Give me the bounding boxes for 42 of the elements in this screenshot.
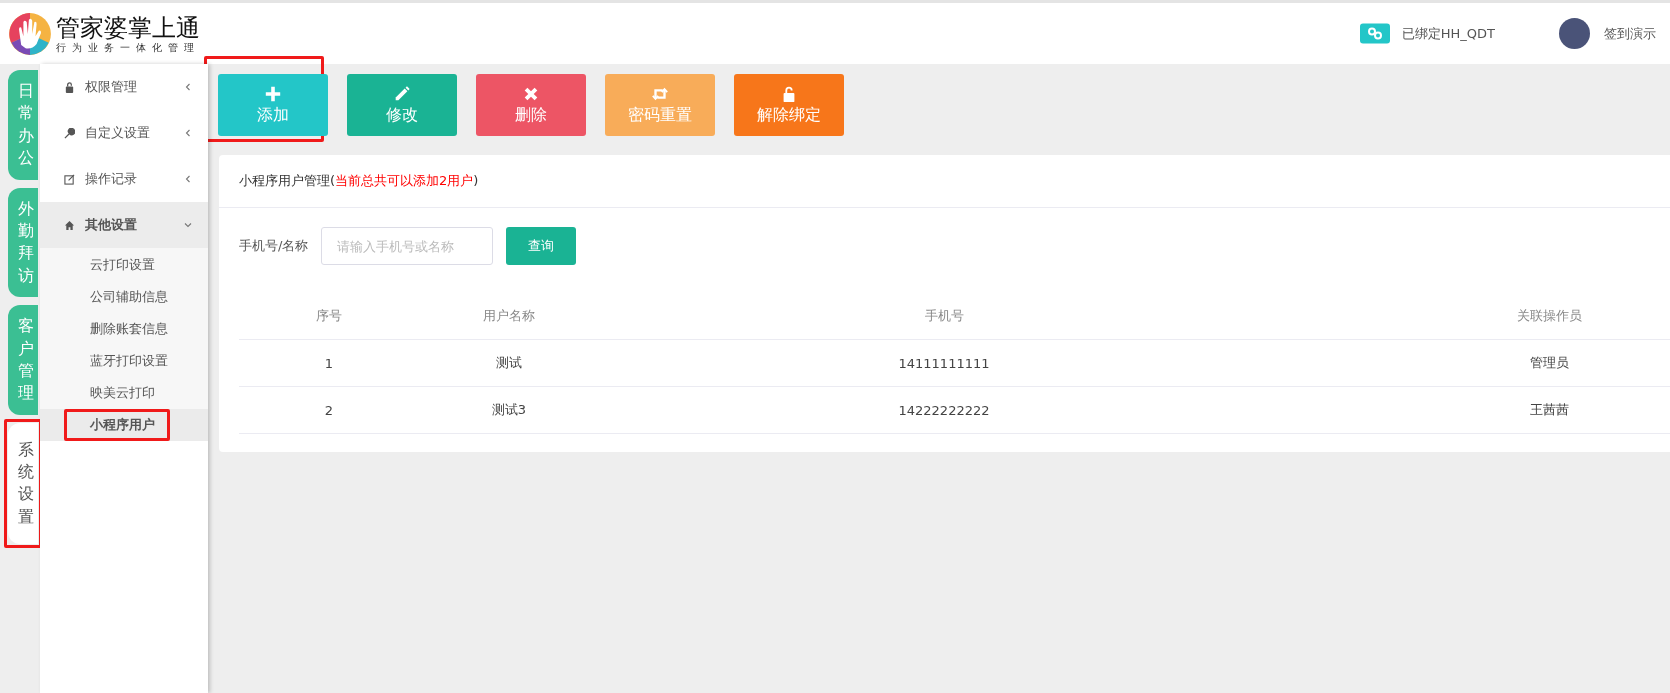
pencil-icon xyxy=(393,84,411,103)
submenu-item[interactable]: 删除账套信息 xyxy=(40,313,208,345)
plus-icon xyxy=(264,84,282,103)
hand-logo-icon xyxy=(8,11,52,56)
binding-status: 已绑定HH_QDT xyxy=(1401,24,1495,43)
table-cell-text: 14222222222 xyxy=(897,402,991,418)
search-label: 手机号/名称 xyxy=(239,237,309,255)
submenu-item[interactable]: 小程序用户 xyxy=(40,409,208,441)
user-name[interactable]: 签到演示 xyxy=(1604,24,1656,43)
submenu-item[interactable]: 蓝牙打印设置 xyxy=(40,345,208,377)
padlock-icon xyxy=(64,81,75,93)
submenu-item[interactable]: 云打印设置 xyxy=(40,249,208,281)
table-cell-text: 1 xyxy=(323,355,335,371)
chevron-down-icon xyxy=(184,221,192,229)
edit-icon xyxy=(64,173,75,185)
table-cell-text: 管理员 xyxy=(1528,354,1570,372)
logo-subtitle: 行为业务一体化管理 xyxy=(56,41,200,54)
column-header: 用户名称 xyxy=(482,307,536,325)
menu-item[interactable]: 权限管理 xyxy=(40,64,208,110)
link-icon xyxy=(1359,23,1390,44)
column-header: 手机号 xyxy=(923,307,965,325)
column-header: 关联操作员 xyxy=(1515,307,1583,325)
menu-item[interactable]: 操作记录 xyxy=(40,156,208,202)
table-cell-text: 测试3 xyxy=(490,401,528,419)
submenu-item[interactable]: 公司辅助信息 xyxy=(40,281,208,313)
home-icon xyxy=(64,219,75,231)
chevron-left-icon xyxy=(184,129,192,137)
search-field[interactable]: 请输入手机号或名称 xyxy=(321,227,494,265)
card-title: 小程序用户管理(当前总共可以添加2用户) xyxy=(239,172,479,190)
chevron-left-icon xyxy=(184,175,192,183)
avatar[interactable] xyxy=(1559,18,1590,49)
toolbar-button[interactable]: 删除 xyxy=(476,74,586,136)
table-cell-text: 14111111111 xyxy=(897,355,991,371)
column-header: 序号 xyxy=(315,307,343,325)
submenu-item[interactable]: 映美云打印 xyxy=(40,377,208,409)
logo-title: 管家婆掌上通 xyxy=(56,13,200,42)
menu-item[interactable]: 自定义设置 xyxy=(40,110,208,156)
menu-item[interactable]: 其他设置 xyxy=(40,202,208,248)
table-cell-text: 测试 xyxy=(495,354,523,372)
table-cell-text: 王茜茜 xyxy=(1528,401,1570,419)
table-cell-text: 2 xyxy=(323,402,335,418)
chevron-left-icon xyxy=(184,83,192,91)
